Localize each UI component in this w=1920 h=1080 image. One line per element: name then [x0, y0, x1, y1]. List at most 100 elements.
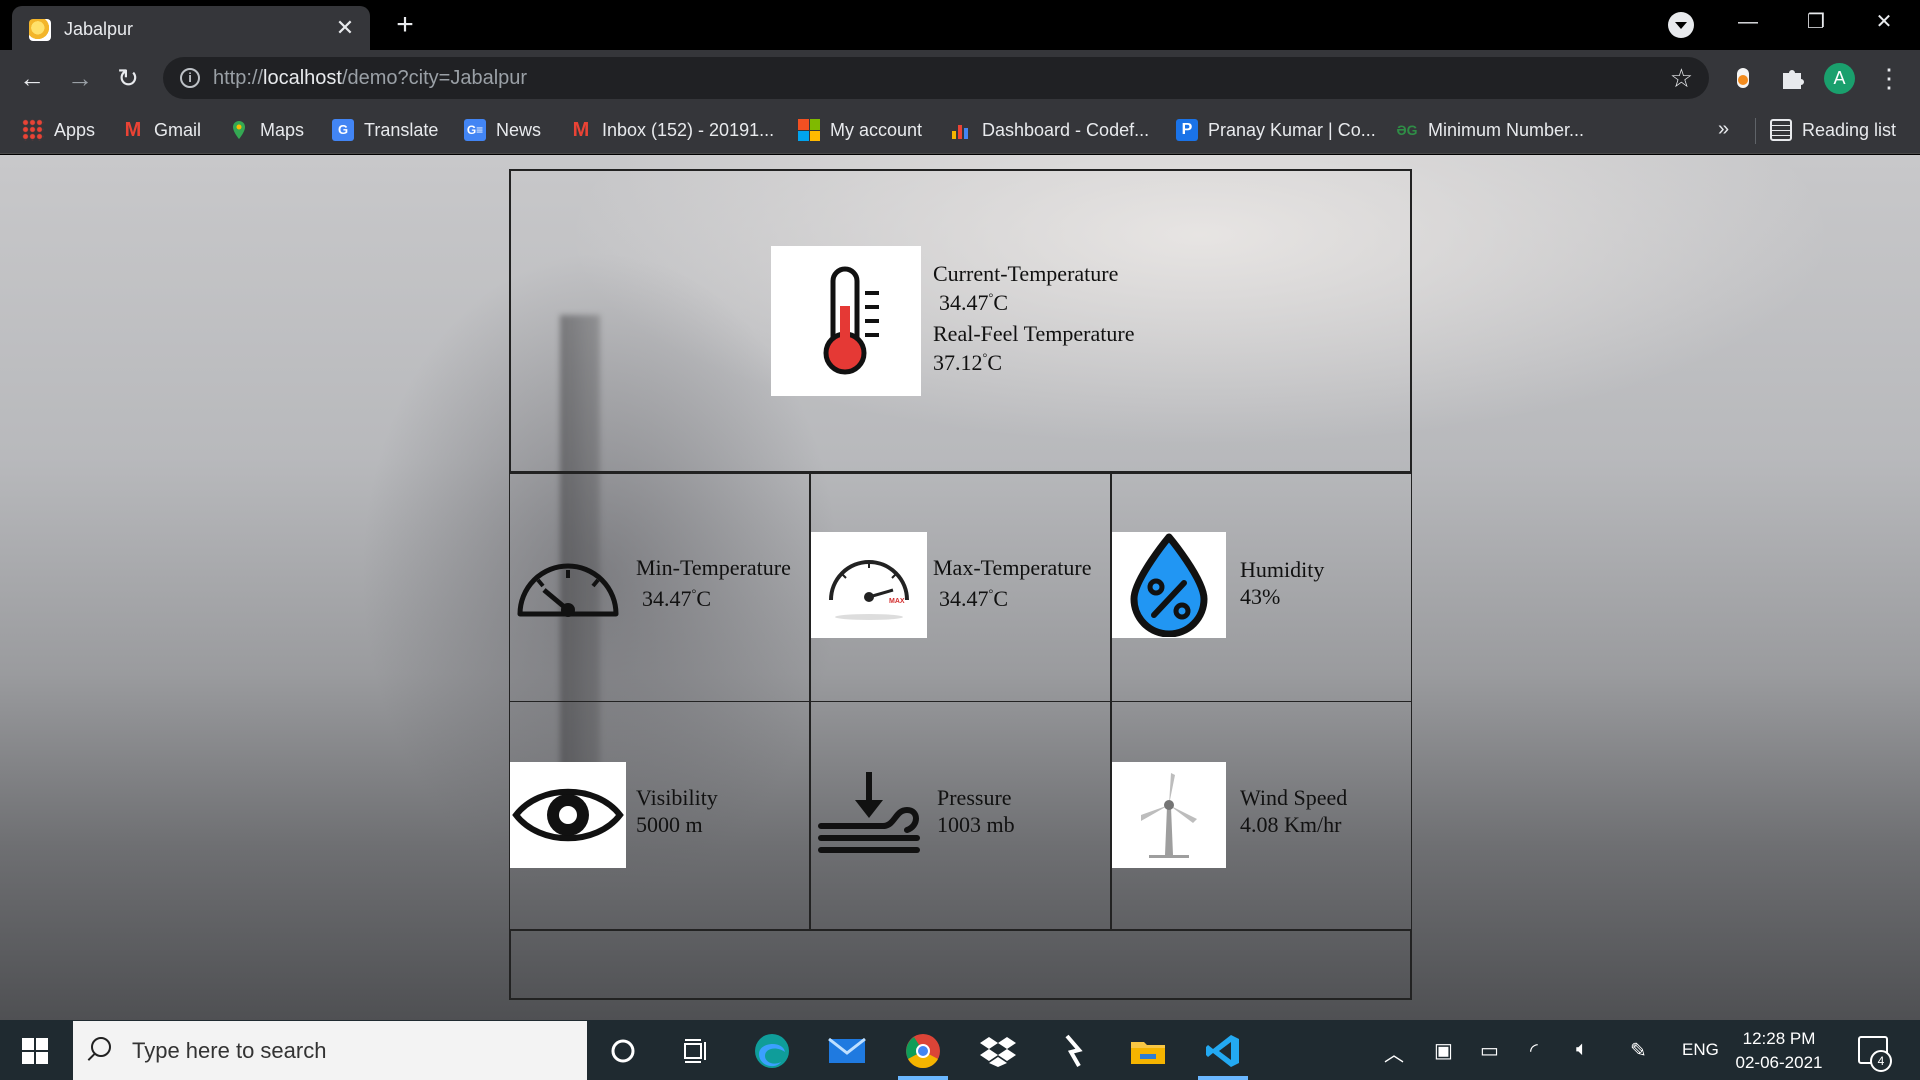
max-temperature-card: MAX Max-Temperature 34.47°C	[810, 473, 1111, 702]
news-icon: G≡	[464, 119, 486, 141]
maps-pin-icon	[228, 119, 250, 141]
tab-search-button[interactable]	[1668, 12, 1694, 38]
gfg-icon: ƏG	[1396, 119, 1418, 141]
bookmark-apps[interactable]: Apps	[22, 114, 95, 146]
reading-list-button[interactable]: Reading list	[1770, 114, 1896, 146]
max-temperature-label: Max-Temperature	[933, 555, 1092, 580]
pressure-label: Pressure	[937, 785, 1012, 810]
reading-list-icon	[1770, 119, 1792, 141]
task-view-icon[interactable]	[676, 1032, 716, 1070]
cortana-icon[interactable]	[603, 1032, 643, 1070]
humidity-label: Humidity	[1240, 557, 1325, 582]
file-explorer-icon[interactable]	[1128, 1032, 1168, 1070]
min-temperature-card: Min-Temperature 34.47°C	[509, 473, 810, 702]
network-icon[interactable]: ◜	[1530, 1038, 1538, 1063]
browser-menu-icon[interactable]: ⋮	[1876, 60, 1902, 96]
weather-page: Current-Temperature 34.47°C Real-Feel Te…	[0, 155, 1920, 1020]
tab-title: Jabalpur	[64, 19, 134, 39]
show-hidden-icons-icon[interactable]: ︿	[1384, 1038, 1404, 1067]
realfeel-temperature-value: 37.12°C	[933, 350, 1002, 375]
vscode-icon[interactable]	[1203, 1032, 1243, 1070]
pressure-card: Pressure 1003 mb	[810, 701, 1111, 930]
close-window-button[interactable]: ✕	[1856, 0, 1912, 44]
min-temperature-label: Min-Temperature	[636, 555, 791, 580]
notification-count-badge: 4	[1870, 1050, 1892, 1072]
meet-now-icon[interactable]: ▣	[1434, 1038, 1453, 1063]
wind-turbine-icon	[1112, 762, 1226, 868]
tab-strip: Jabalpur ✕ + — ❐ ✕	[0, 0, 1920, 50]
realfeel-temperature-label: Real-Feel Temperature	[933, 321, 1135, 346]
clock-time: 12:28 PM	[1742, 1029, 1816, 1048]
vscode-active-indicator	[1198, 1076, 1248, 1080]
bookmark-dashboard[interactable]: Dashboard - Codef...	[950, 114, 1149, 146]
bookmark-inbox[interactable]: M Inbox (152) - 20191...	[570, 114, 774, 146]
pen-icon[interactable]: ✎	[1630, 1038, 1647, 1063]
current-temperature-label: Current-Temperature	[933, 261, 1119, 286]
app-lightning-icon[interactable]	[1053, 1032, 1093, 1070]
gmail-icon: M	[122, 119, 144, 141]
minimize-button[interactable]: —	[1720, 0, 1776, 44]
browser-tab[interactable]: Jabalpur ✕	[12, 6, 370, 50]
edge-browser-icon[interactable]	[752, 1032, 792, 1070]
apps-grid-icon	[22, 119, 44, 141]
gauge-min-icon	[514, 554, 622, 624]
visibility-label: Visibility	[636, 785, 718, 810]
new-tab-button[interactable]: +	[388, 8, 422, 42]
bookmark-my-account[interactable]: My account	[798, 114, 922, 146]
chrome-icon[interactable]	[903, 1032, 943, 1070]
bookmark-news[interactable]: G≡ News	[464, 114, 541, 146]
close-tab-icon[interactable]: ✕	[332, 15, 358, 41]
wind-speed-value: 4.08 Km/hr	[1240, 812, 1342, 837]
wind-speed-label: Wind Speed	[1240, 785, 1348, 810]
visibility-card: Visibility 5000 m	[509, 701, 810, 930]
microsoft-icon	[798, 119, 820, 141]
windows-start-icon[interactable]	[22, 1038, 48, 1064]
gauge-max-text: MAX	[889, 598, 905, 605]
visibility-value: 5000 m	[636, 812, 703, 837]
restore-button[interactable]: ❐	[1788, 0, 1844, 44]
bookmark-translate[interactable]: G Translate	[332, 114, 438, 146]
dropbox-icon[interactable]	[978, 1032, 1018, 1070]
reload-button[interactable]: ↻	[110, 60, 146, 96]
site-info-icon[interactable]: i	[180, 68, 200, 88]
forward-button[interactable]: →	[62, 60, 98, 96]
bookmarks-overflow-button[interactable]: »	[1718, 118, 1729, 141]
p-icon: P	[1176, 119, 1198, 141]
bookmark-maps[interactable]: Maps	[228, 114, 304, 146]
mail-icon[interactable]	[827, 1032, 867, 1070]
current-temperature-value: 34.47°C	[939, 290, 1008, 315]
bookmarks-bar: Apps M Gmail Maps G Translate G≡ News M …	[0, 106, 1920, 154]
humidity-card: Humidity 43%	[1111, 473, 1412, 702]
windows-taskbar: Type here to search ︿ ▣ ▭ ◜ 🔈︎ ✎ ENG 12:…	[0, 1020, 1920, 1080]
address-bar[interactable]: i http://localhost/demo?city=Jabalpur ☆	[163, 57, 1709, 99]
humidity-drop-icon	[1112, 532, 1226, 638]
gauge-max-icon: MAX	[811, 532, 927, 638]
back-button[interactable]: ←	[14, 60, 50, 96]
taskbar-search-placeholder: Type here to search	[132, 1038, 327, 1063]
profile-avatar[interactable]: A	[1824, 63, 1855, 94]
bookmark-minimum-number[interactable]: ƏG Minimum Number...	[1396, 114, 1584, 146]
bookmarks-divider	[1755, 118, 1756, 144]
translate-icon: G	[332, 119, 354, 141]
chrome-active-indicator	[898, 1076, 948, 1080]
search-icon	[91, 1037, 111, 1057]
bookmark-gmail[interactable]: M Gmail	[122, 114, 201, 146]
taskbar-clock[interactable]: 12:28 PM 02-06-2021	[1733, 1027, 1825, 1075]
min-temperature-value: 34.47°C	[642, 586, 711, 611]
bookmark-pranay-kumar[interactable]: P Pranay Kumar | Co...	[1176, 114, 1376, 146]
extensions-puzzle-icon[interactable]	[1777, 63, 1807, 93]
eye-icon	[510, 762, 626, 868]
humidity-value: 43%	[1240, 584, 1281, 609]
clock-date: 02-06-2021	[1735, 1053, 1823, 1072]
volume-icon[interactable]: 🔈︎	[1576, 1038, 1588, 1061]
url-text[interactable]: http://localhost/demo?city=Jabalpur	[213, 67, 527, 90]
bookmark-star-icon[interactable]: ☆	[1670, 63, 1693, 94]
language-indicator[interactable]: ENG	[1682, 1040, 1719, 1060]
browser-toolbar: ← → ↻ i http://localhost/demo?city=Jabal…	[0, 50, 1920, 106]
wind-speed-card: Wind Speed 4.08 Km/hr	[1111, 701, 1412, 930]
extension-orange-icon[interactable]	[1728, 63, 1758, 93]
weather-favicon-icon	[29, 19, 51, 41]
taskbar-search-box[interactable]: Type here to search	[73, 1021, 587, 1080]
battery-icon[interactable]: ▭	[1480, 1038, 1499, 1063]
empty-footer-row	[509, 930, 1412, 1000]
